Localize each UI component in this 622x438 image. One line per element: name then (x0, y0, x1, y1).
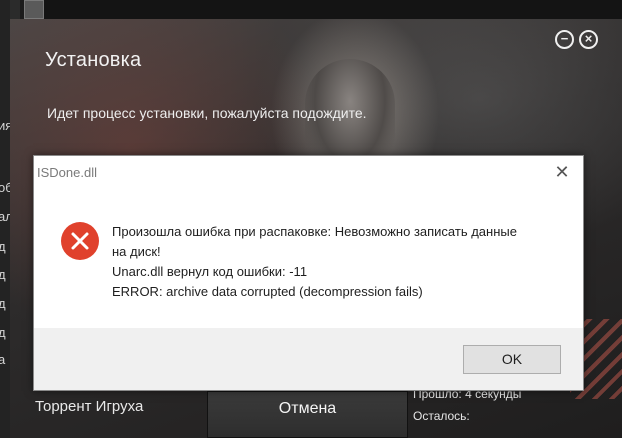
background-left-panel: ия об ал д д д д а (0, 0, 10, 438)
background-strip (44, 0, 622, 19)
dialog-title: ISDone.dll (37, 165, 97, 180)
installer-title: Установка (45, 49, 142, 71)
ok-button[interactable]: OK (463, 345, 561, 374)
close-icon[interactable]: × (579, 30, 598, 49)
background-text-fragment: д (0, 239, 6, 254)
error-dialog: ISDone.dll ✕ Произошла ошибка при распак… (33, 155, 584, 391)
error-message-line: Unarc.dll вернул код ошибки: -11 (112, 264, 308, 279)
background-text-fragment: ал (0, 209, 10, 224)
background-text-fragment: д (0, 325, 6, 340)
background-text-fragment: об (0, 180, 10, 195)
error-icon (61, 222, 99, 260)
minimize-icon[interactable]: − (555, 30, 574, 49)
remaining-time-text: Осталось: (413, 409, 470, 423)
error-message-line: Произошла ошибка при распаковке: Невозмо… (112, 224, 517, 239)
brand-label: Торрент Игруха (35, 398, 144, 415)
background-text-fragment: д (0, 296, 6, 311)
background-text-fragment: а (0, 352, 6, 367)
installer-status-text: Идет процесс установки, пожалуйста подож… (47, 105, 367, 121)
dialog-close-icon[interactable]: ✕ (547, 160, 577, 184)
background-text-fragment: ия (0, 118, 10, 133)
cancel-button[interactable]: Отмена (207, 391, 408, 438)
background-tab-button (24, 0, 44, 19)
error-message-line: на диск! (112, 244, 161, 259)
dialog-footer: OK (34, 328, 583, 390)
background-text-fragment: д (0, 267, 6, 282)
error-message-line: ERROR: archive data corrupted (decompres… (112, 284, 423, 299)
